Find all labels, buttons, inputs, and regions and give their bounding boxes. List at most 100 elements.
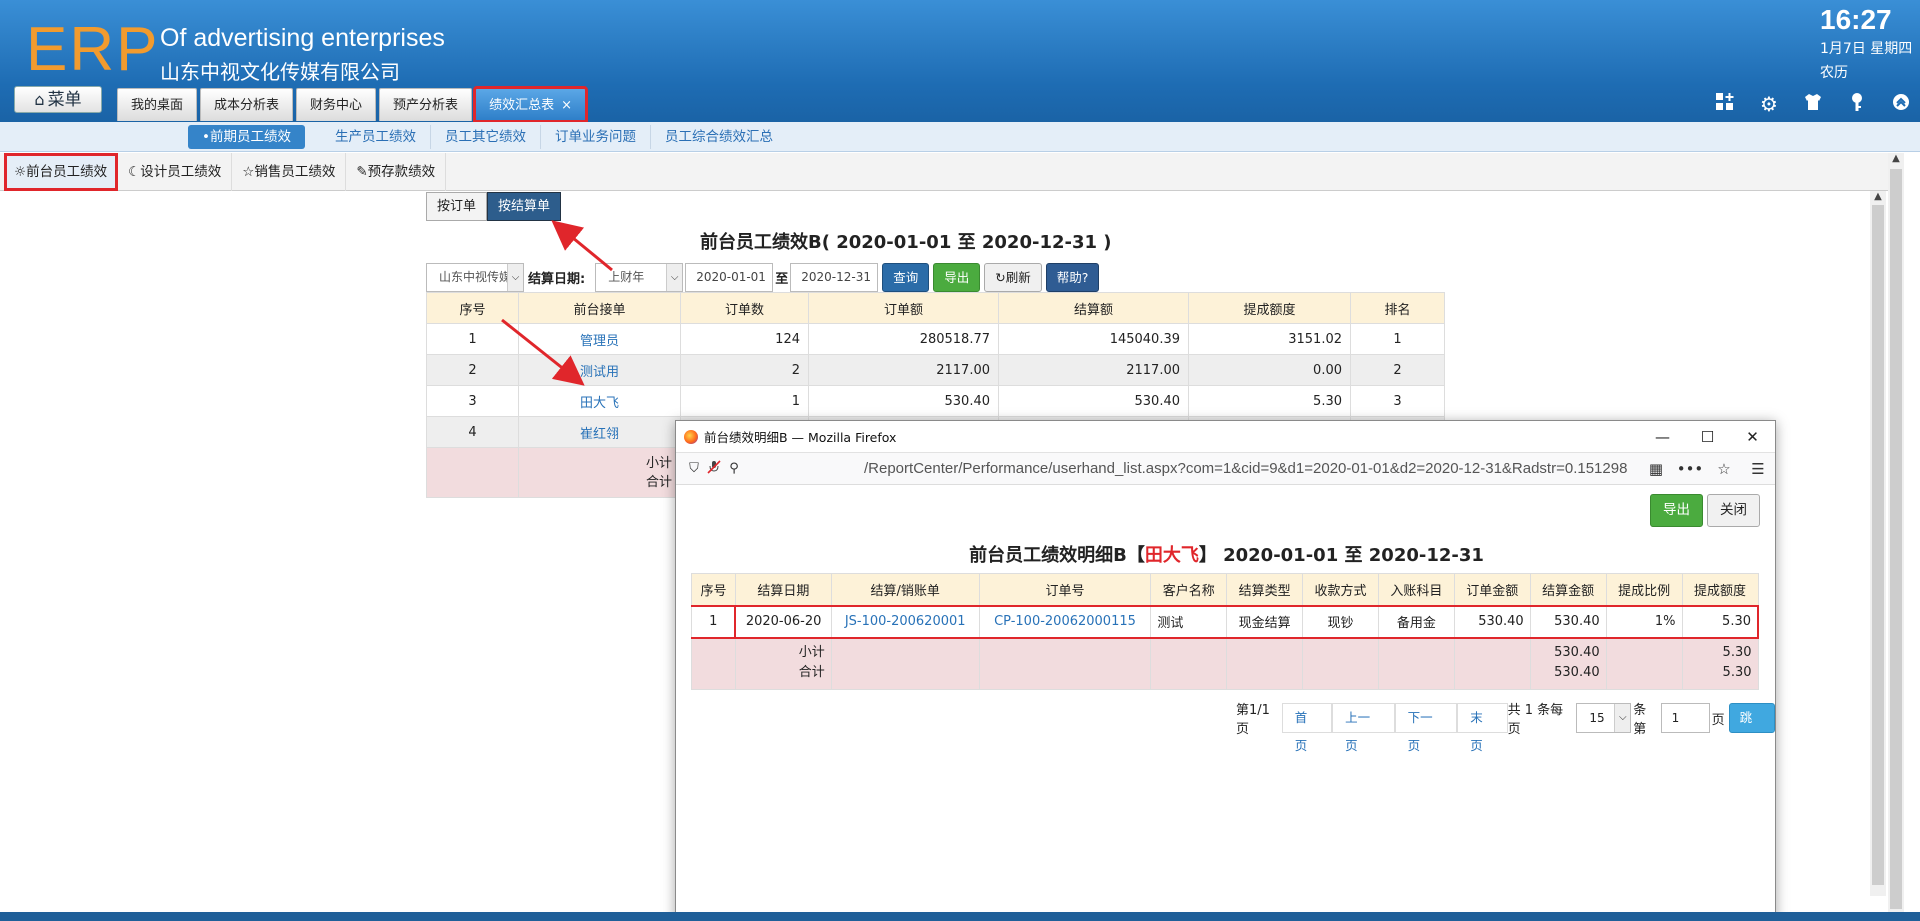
order-no-link[interactable]: CP-100-20062000115 [994,614,1136,629]
tab-cost-analysis[interactable]: 成本分析表 [200,88,294,121]
staff-link[interactable]: 田大飞 [580,396,619,411]
popup-export-button[interactable]: 导出 [1650,494,1703,527]
col-header: 排名 [1350,292,1445,324]
grid-add-icon[interactable] [1712,92,1738,116]
url-input[interactable]: /ReportCenter/Performance/userhand_list.… [744,460,1639,477]
detail-table: 序号 结算日期 结算/销账单 订单号 客户名称 结算类型 收款方式 入账科目 订… [691,573,1759,690]
tab-design-performance[interactable]: ☾设计员工绩效 [118,153,233,191]
subnav-early-staff[interactable]: •前期员工绩效 [188,125,305,149]
col-header: 提成比例 [1605,573,1683,606]
subnav-production-staff[interactable]: 生产员工绩效 [321,125,431,149]
tab-prepaid-performance[interactable]: ✎预存款绩效 [346,153,447,191]
bookmark-star-icon[interactable]: ☆ [1707,460,1741,478]
outer-scrollbar[interactable]: ▲ [1888,153,1904,913]
sun-icon: ☼ [14,164,27,180]
export-button[interactable]: 导出 [933,262,981,292]
tab-front-desk-performance[interactable]: ☼前台员工绩效 [4,153,119,191]
company-name-en: Of advertising enterprises [160,24,445,52]
permissions-icon[interactable]: ⚲ [724,461,744,476]
more-icon[interactable]: ••• [1673,460,1707,478]
gear-icon[interactable]: ⚙ [1756,92,1782,116]
qr-code-icon[interactable]: ▦ [1639,460,1673,478]
report-title: 前台员工绩效B( 2020-01-01 至 2020-12-31 ) [700,232,1112,253]
staff-link[interactable]: 管理员 [580,334,619,349]
popup-close-button[interactable]: 关闭 [1707,494,1760,527]
mode-toggle: 按订单 按结算单 [426,192,562,221]
chevron-down-icon: ⌵ [507,263,523,291]
company-select[interactable]: 山东中视传媒 ⌵ [426,262,524,292]
maximize-icon[interactable]: ☐ [1685,421,1730,453]
col-header: 前台接单 [518,292,681,324]
filter-row: 山东中视传媒 ⌵ 结算日期: 上财年 ⌵ 2020-01-01 至 2020-1… [426,262,1100,292]
staff-link[interactable]: 崔红翎 [580,427,619,442]
staff-name: 田大飞 [1144,545,1199,566]
per-page-unit: 条第 [1633,703,1647,737]
last-page-button[interactable]: 末页 [1457,703,1508,753]
minimize-icon[interactable]: — [1640,421,1685,453]
sub-nav: •前期员工绩效 生产员工绩效 员工其它绩效 订单业务问题 员工综合绩效汇总 [0,122,1920,152]
table-row: 1 2020-06-20 JS-100-200620001 CP-100-200… [691,604,1759,639]
col-header: 订单额 [808,292,999,324]
staff-link[interactable]: 测试用 [580,365,619,380]
first-page-button[interactable]: 首页 [1281,703,1333,753]
outer-scrollbar-thumb[interactable] [1890,169,1902,909]
col-header: 结算额 [998,292,1189,324]
company-name-cn: 山东中视文化传媒有限公司 [160,60,400,84]
col-header: 提成额度 [1681,573,1759,606]
settle-no-link[interactable]: JS-100-200620001 [845,614,966,629]
chevron-up-circle-icon[interactable] [1888,92,1914,116]
tab-finance-center[interactable]: 财务中心 [296,88,377,121]
tab-preproduction-analysis[interactable]: 预产分析表 [379,88,473,121]
content-scrollbar[interactable]: ▲ [1870,191,1886,896]
inner-tab-bar: ☼前台员工绩效 ☾设计员工绩效 ☆销售员工绩效 ✎预存款绩效 [0,153,1888,191]
pagination: 第1/1页 首页 上一页 下一页 末页 共 1 条每页 15 ⌵ 条第 1 页 … [1236,699,1776,753]
page-unit: 页 [1711,712,1725,728]
hamburger-menu-icon[interactable]: ☰ [1741,460,1775,478]
mic-blocked-icon[interactable] [704,459,724,478]
popup-body: 导出 关闭 前台员工绩效明细B【田大飞】 2020-01-01 至 2020-1… [676,485,1776,921]
next-page-button[interactable]: 下一页 [1394,703,1458,753]
per-page-select[interactable]: 15 ⌵ [1576,703,1632,733]
firefox-popup-window: 前台绩效明细B — Mozilla Firefox — ☐ ✕ ⛉ ⚲ /Rep… [675,420,1776,921]
query-button[interactable]: 查询 [882,262,930,292]
page-number-input[interactable]: 1 [1660,703,1710,733]
close-icon[interactable]: × [561,98,572,113]
erp-logo: ERP [26,15,160,84]
shirt-icon[interactable] [1800,92,1826,116]
by-settlement-button[interactable]: 按结算单 [487,192,562,221]
refresh-button[interactable]: ↻刷新 [984,262,1042,292]
pencil-icon: ✎ [356,164,368,180]
clock-date: 1月7日 星期四 [1820,41,1913,57]
tab-performance-summary[interactable]: 绩效汇总表 × [473,86,588,123]
subnav-other-staff[interactable]: 员工其它绩效 [431,125,541,149]
refresh-icon: ↻ [995,269,1006,285]
subnav-order-issues[interactable]: 订单业务问题 [541,125,651,149]
by-order-button[interactable]: 按订单 [426,192,488,221]
col-header: 序号 [426,292,519,324]
period-select[interactable]: 上财年 ⌵ [595,262,684,292]
popup-titlebar[interactable]: 前台绩效明细B — Mozilla Firefox — ☐ ✕ [676,421,1775,453]
col-header: 收款方式 [1302,573,1379,606]
date-from-input[interactable]: 2020-01-01 [685,262,774,292]
main-tab-bar: 我的桌面 成本分析表 财务中心 预产分析表 绩效汇总表 × [117,86,588,123]
tab-my-desktop[interactable]: 我的桌面 [117,88,198,121]
date-to-input[interactable]: 2020-12-31 [790,262,879,292]
scroll-up-arrow[interactable]: ▲ [1870,191,1886,205]
subnav-staff-summary[interactable]: 员工综合绩效汇总 [651,125,787,149]
col-header: 结算金额 [1529,573,1607,606]
menu-button[interactable]: ⌂ 菜单 [14,86,102,113]
prev-page-button[interactable]: 上一页 [1332,703,1395,753]
table-row: 2 测试用 2 2117.00 2117.00 0.00 2 [426,354,1445,386]
shield-icon[interactable]: ⛉ [684,461,704,476]
tab-sales-performance[interactable]: ☆销售员工绩效 [232,153,347,191]
table-row: 1 管理员 124 280518.77 145040.39 3151.02 1 [426,323,1445,355]
popup-report-title: 前台员工绩效明细B【田大飞】 2020-01-01 至 2020-12-31 [969,545,1484,566]
go-page-button[interactable]: 跳转 [1728,703,1776,753]
content-scrollbar-thumb[interactable] [1872,205,1884,885]
close-window-icon[interactable]: ✕ [1730,421,1775,453]
help-button[interactable]: 帮助? [1045,262,1100,292]
key-icon[interactable] [1844,92,1870,116]
scroll-up-arrow[interactable]: ▲ [1888,153,1904,167]
clock-time: 16:27 [1820,4,1892,35]
to-label: 至 [775,271,789,287]
